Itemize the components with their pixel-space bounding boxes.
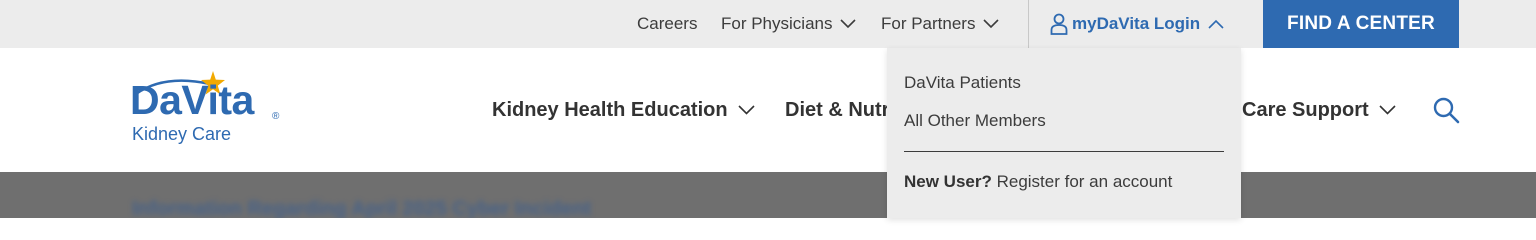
nav-kidney-health-label: Kidney Health Education [492,98,728,121]
logo-registered-mark: ® [272,111,280,122]
person-icon [1050,13,1068,35]
find-a-center-button[interactable]: FIND A CENTER [1263,0,1459,48]
main-header: DaVita ® Kidney Care Kidney Health Educa… [0,48,1536,172]
chevron-down-icon [738,105,755,115]
for-partners-label: For Partners [881,14,976,33]
logo-wordmark: DaVita [130,77,254,123]
dropdown-new-user-register[interactable]: New User? Register for an account [904,172,1172,192]
davita-logo[interactable]: DaVita ® Kidney Care [130,70,290,152]
logo-subtitle: Kidney Care [132,124,232,144]
utility-divider [1028,0,1029,48]
careers-label: Careers [637,14,698,33]
nav-diet-nutrition[interactable]: Diet & Nutr [785,96,889,124]
new-user-label: New User? [904,172,992,191]
for-physicians-label: For Physicians [721,14,833,33]
chevron-up-icon [1208,19,1224,29]
register-account-label: Register for an account [991,172,1173,191]
dropdown-divider [904,151,1224,152]
dropdown-all-other-members[interactable]: All Other Members [904,111,1046,131]
for-partners-menu[interactable]: For Partners [881,0,1000,48]
nav-diet-label: Diet & Nutr [785,98,890,121]
chevron-down-icon [1379,105,1396,115]
nav-care-support[interactable]: Care Support [1242,96,1396,124]
hero-overlay: Information Regarding April 2025 Cyber I… [0,172,1536,218]
mydavita-login-menu[interactable]: myDaVita Login [1050,0,1224,48]
login-dropdown: DaVita Patients All Other Members New Us… [887,48,1241,218]
utility-bar: Careers For Physicians For Partners myDa… [0,0,1536,48]
nav-care-support-label: Care Support [1242,98,1369,121]
hero-blurred-link: Information Regarding April 2025 Cyber I… [132,198,592,218]
for-physicians-menu[interactable]: For Physicians [721,0,857,48]
chevron-down-icon [840,19,857,29]
dropdown-davita-patients[interactable]: DaVita Patients [904,73,1021,93]
chevron-down-icon [983,19,1000,29]
careers-link[interactable]: Careers [637,0,697,48]
nav-kidney-health-education[interactable]: Kidney Health Education [492,96,755,124]
mydavita-login-label: myDaVita Login [1072,14,1201,33]
search-icon[interactable] [1432,96,1460,124]
